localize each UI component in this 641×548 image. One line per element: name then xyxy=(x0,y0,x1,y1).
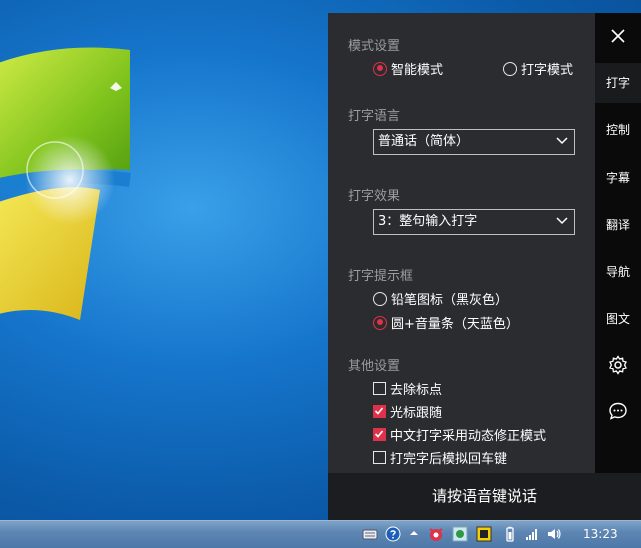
chat-bubble-icon xyxy=(609,402,627,420)
radio-unchecked-icon xyxy=(503,61,517,76)
network-icon[interactable] xyxy=(524,526,540,542)
windows-logo-graphic xyxy=(0,47,131,320)
simulate-enter-label: 打完字后模拟回车键 xyxy=(390,452,508,467)
indicator-pencil-radio[interactable]: 铅笔图标（黑灰色） xyxy=(373,289,508,308)
checkbox-unchecked-icon xyxy=(373,451,386,464)
radio-checked-icon xyxy=(373,61,387,76)
indicator-pencil-label: 铅笔图标（黑灰色） xyxy=(391,293,509,308)
checkbox-checked-icon xyxy=(373,405,386,418)
tray-app-icon[interactable] xyxy=(476,526,492,542)
language-select-value: 普通话（简体） xyxy=(378,134,470,149)
cursor-follow-checkbox[interactable]: 光标跟随 xyxy=(373,402,442,421)
chevron-up-icon[interactable] xyxy=(406,526,422,542)
tray-app-icon[interactable] xyxy=(452,526,468,542)
chevron-down-icon xyxy=(556,217,568,225)
remove-punctuation-label: 去除标点 xyxy=(390,383,443,398)
dynamic-correction-label: 中文打字采用动态修正模式 xyxy=(390,429,547,444)
other-section-title: 其他设置 xyxy=(348,359,401,374)
mode-smart-label: 智能模式 xyxy=(391,63,444,78)
sidebar-item-navigation[interactable]: 导航 xyxy=(595,263,641,283)
taskbar: 13:23 xyxy=(0,520,641,548)
effect-section-title: 打字效果 xyxy=(348,189,401,204)
language-select[interactable]: 普通话（简体） xyxy=(373,129,575,155)
settings-content: 模式设置 智能模式 打字模式 打字语言 普通话（简体） 打字效果 3：整句输入打… xyxy=(328,13,595,473)
sidebar-item-control[interactable]: 控制 xyxy=(595,121,641,141)
checkbox-checked-icon xyxy=(373,428,386,441)
close-button[interactable] xyxy=(595,23,641,49)
dynamic-correction-checkbox[interactable]: 中文打字采用动态修正模式 xyxy=(373,425,546,444)
indicator-circle-radio[interactable]: 圆+音量条（天蓝色） xyxy=(373,313,519,332)
radio-checked-icon xyxy=(373,315,387,330)
chevron-down-icon xyxy=(556,137,568,145)
taskbar-clock[interactable]: 13:23 xyxy=(583,527,618,541)
sidebar-item-translate[interactable]: 翻译 xyxy=(595,216,641,236)
mode-typing-label: 打字模式 xyxy=(521,63,574,78)
effect-select-value: 3：整句输入打字 xyxy=(378,214,478,229)
help-icon[interactable] xyxy=(385,526,401,542)
sidebar-item-image-text[interactable]: 图文 xyxy=(595,310,641,330)
mode-typing-radio[interactable]: 打字模式 xyxy=(503,59,573,78)
simulate-enter-checkbox[interactable]: 打完字后模拟回车键 xyxy=(373,448,507,467)
voice-input-settings-panel: 模式设置 智能模式 打字模式 打字语言 普通话（简体） 打字效果 3：整句输入打… xyxy=(328,13,641,520)
indicator-circle-label: 圆+音量条（天蓝色） xyxy=(391,317,519,332)
indicator-section-title: 打字提示框 xyxy=(348,269,414,284)
volume-icon[interactable] xyxy=(546,526,562,542)
effect-select[interactable]: 3：整句输入打字 xyxy=(373,209,575,235)
language-section-title: 打字语言 xyxy=(348,109,401,124)
close-icon xyxy=(611,29,625,43)
cursor-follow-label: 光标跟随 xyxy=(390,406,443,421)
tray-app-icon[interactable] xyxy=(428,526,444,542)
sidebar-nav: 打字 控制 字幕 翻译 导航 图文 xyxy=(595,13,641,473)
feedback-button[interactable] xyxy=(595,401,641,423)
remove-punctuation-checkbox[interactable]: 去除标点 xyxy=(373,379,442,398)
sidebar-item-subtitle[interactable]: 字幕 xyxy=(595,169,641,189)
mode-section-title: 模式设置 xyxy=(348,39,401,54)
settings-gear-icon xyxy=(609,355,627,375)
checkbox-unchecked-icon xyxy=(373,382,386,395)
mode-smart-radio[interactable]: 智能模式 xyxy=(373,59,443,78)
settings-button[interactable] xyxy=(595,355,641,377)
keyboard-icon[interactable] xyxy=(362,526,378,542)
battery-icon[interactable] xyxy=(502,526,518,542)
sidebar-item-typing[interactable]: 打字 xyxy=(595,63,641,103)
push-to-talk-button[interactable]: 请按语音键说话 xyxy=(328,473,641,520)
radio-unchecked-icon xyxy=(373,291,387,306)
